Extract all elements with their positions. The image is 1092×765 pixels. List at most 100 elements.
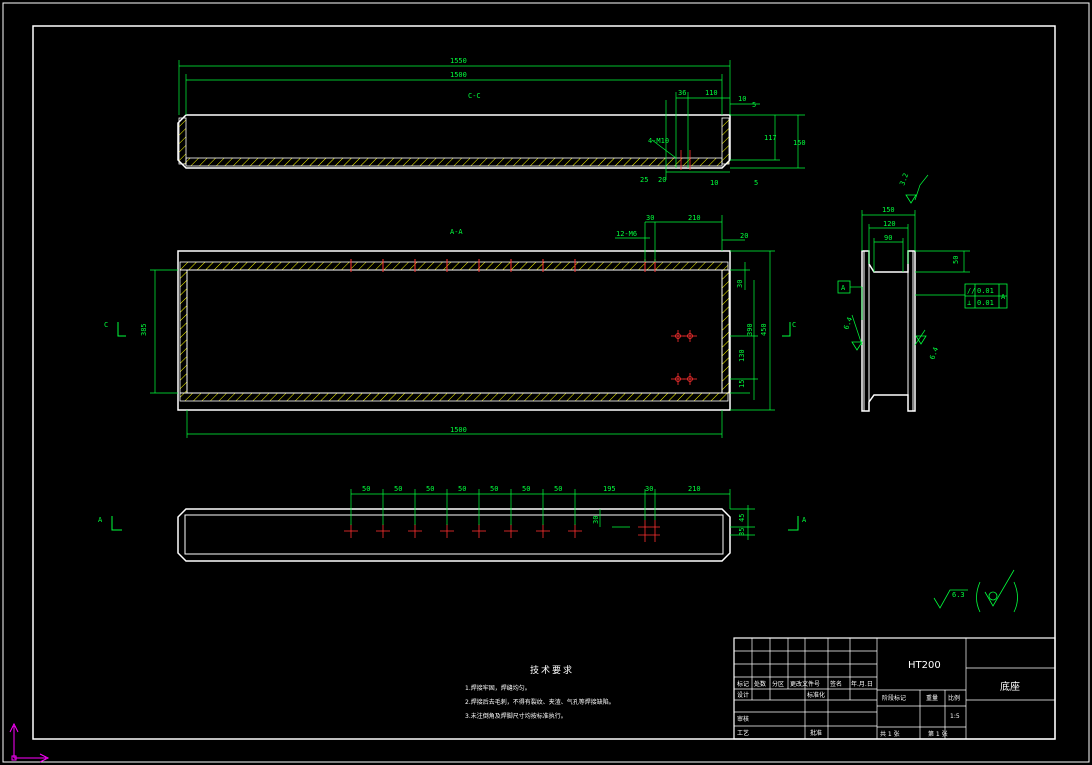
dim-385: 385 bbox=[140, 323, 148, 336]
title-block: HT200 底座 标记 处数 分区 更改文件号 签名 年.月.日 设计 标准化 … bbox=[733, 637, 1056, 740]
roughness-top: 3.2 bbox=[898, 172, 910, 187]
dim-120-side: 120 bbox=[883, 220, 896, 228]
ucs-icon bbox=[9, 722, 50, 763]
top-view-bottom-wall bbox=[185, 157, 723, 167]
plan-left-wall bbox=[179, 269, 188, 394]
tb-mark: 标记 bbox=[737, 680, 749, 688]
plan-top-wall bbox=[179, 261, 729, 271]
side-right-flange bbox=[907, 250, 914, 412]
cut-mark-left-plan: C bbox=[104, 321, 108, 329]
thread-12-m6: 12-M6 bbox=[616, 230, 637, 238]
dim-390: 390 bbox=[746, 323, 754, 336]
cut-mark-right-bottom: A bbox=[802, 516, 807, 524]
tb-standardization: 标准化 bbox=[807, 691, 825, 699]
section-label-aa: A-A bbox=[450, 228, 463, 236]
side-left-flange bbox=[863, 250, 870, 412]
tol-parallel-symbol: // bbox=[967, 287, 975, 295]
dim-spacing-2: 50 bbox=[394, 485, 402, 493]
dim-5b: 5 bbox=[754, 179, 758, 187]
tb-signature: 签名 bbox=[830, 680, 842, 688]
tech-req-item-2: 2.焊接后去毛刺，不得有裂纹、夹渣、气孔等焊接缺陷。 bbox=[465, 698, 615, 706]
tol-parallel-value: 0.01 bbox=[977, 287, 994, 295]
material-label: HT200 bbox=[908, 660, 941, 671]
tb-approve: 批准 bbox=[810, 729, 822, 737]
tech-req-item-3: 3.未注倒角及焊脚尺寸均按标准执行。 bbox=[465, 712, 567, 720]
cut-mark-right-plan: C bbox=[792, 321, 796, 329]
top-view-right-wall bbox=[721, 117, 730, 165]
dim-20-plan: 20 bbox=[740, 232, 748, 240]
dim-450: 450 bbox=[760, 323, 768, 336]
dim-150-height: 150 bbox=[793, 139, 806, 147]
dim-30-bottom: 30 bbox=[645, 485, 653, 493]
tech-req-title: 技术要求 bbox=[530, 664, 574, 676]
dim-20: 20 bbox=[658, 176, 666, 184]
top-view: 1550 1500 C-C 36 110 10 5 117 150 10 5 2… bbox=[177, 57, 806, 187]
scale-value: 1:5 bbox=[950, 713, 960, 720]
tol-datum-ref: A bbox=[1001, 293, 1006, 301]
dim-overall-length: 1550 bbox=[450, 57, 467, 65]
bottom-view: 50 50 50 50 50 50 50 195 30 210 45 35 30… bbox=[98, 485, 807, 562]
cut-mark-left-bottom: A bbox=[98, 516, 103, 524]
tb-process: 工艺 bbox=[737, 729, 749, 737]
dim-10a: 10 bbox=[738, 95, 746, 103]
top-view-left-wall bbox=[178, 117, 187, 165]
dim-117: 117 bbox=[764, 134, 777, 142]
thread-4-m10: 4-M10 bbox=[648, 137, 669, 145]
dim-30-plan-side: 30 bbox=[736, 280, 744, 288]
dim-30-plan: 30 bbox=[646, 214, 654, 222]
part-name: 底座 bbox=[1000, 680, 1020, 693]
dim-spacing-1: 50 bbox=[362, 485, 370, 493]
general-roughness: 6.3 bbox=[933, 569, 1018, 613]
tb-change-doc: 更改文件号 bbox=[790, 680, 820, 688]
plan-outer bbox=[177, 250, 731, 411]
tb-date: 年.月.日 bbox=[851, 680, 873, 688]
dim-bottom-length: 1500 bbox=[450, 426, 467, 434]
section-label-cc: C-C bbox=[468, 92, 481, 100]
tol-perp-symbol: ⊥ bbox=[967, 299, 971, 307]
viewport-frame bbox=[2, 2, 1090, 763]
tb-scale-label: 比例 bbox=[948, 694, 960, 702]
dim-25: 25 bbox=[640, 176, 648, 184]
dim-inner-length: 1500 bbox=[450, 71, 467, 79]
plan-bottom-wall bbox=[179, 392, 729, 402]
dim-spacing-4: 50 bbox=[458, 485, 466, 493]
dim-150-side: 150 bbox=[882, 206, 895, 214]
tb-weight: 重量 bbox=[926, 694, 938, 702]
dim-30-bottom-small: 30 bbox=[592, 516, 600, 524]
side-view: 150 120 90 50 A 3.2 6.4 6.4 // 0.01 ⊥ 0.… bbox=[837, 172, 1008, 412]
tb-zone: 分区 bbox=[772, 680, 784, 688]
general-roughness-value: 6.3 bbox=[952, 591, 965, 599]
dim-210-plan: 210 bbox=[688, 214, 701, 222]
dim-spacing-6: 50 bbox=[522, 485, 530, 493]
tb-design: 设计 bbox=[737, 691, 749, 699]
dim-130: 130 bbox=[738, 349, 746, 362]
roughness-right: 6.4 bbox=[928, 346, 940, 361]
dim-195: 195 bbox=[603, 485, 616, 493]
sheet-number: 第 1 张 bbox=[928, 730, 948, 738]
tb-stage-mark: 阶段标记 bbox=[882, 694, 906, 702]
dim-spacing-5: 50 bbox=[490, 485, 498, 493]
bottom-view-inner bbox=[184, 514, 724, 555]
cad-drawing-canvas: 1550 1500 C-C 36 110 10 5 117 150 10 5 2… bbox=[2, 2, 1090, 763]
plan-right-wall bbox=[721, 269, 730, 394]
dim-110: 110 bbox=[705, 89, 718, 97]
plan-view: A-A 30 210 20 12-M6 385 30 450 390 130 1… bbox=[104, 214, 796, 438]
sheet-total: 共 1 张 bbox=[880, 730, 900, 738]
tol-perp-value: 0.01 bbox=[977, 299, 994, 307]
tb-count: 处数 bbox=[754, 680, 766, 688]
dim-15-plan: 15 bbox=[738, 380, 746, 388]
tech-req-item-1: 1.焊接牢固，焊缝均匀。 bbox=[465, 684, 531, 692]
datum-a-label: A bbox=[841, 284, 846, 292]
side-view-outline bbox=[861, 250, 916, 412]
plan-inner bbox=[186, 269, 723, 394]
dim-spacing-7: 50 bbox=[554, 485, 562, 493]
dim-90-side: 90 bbox=[884, 234, 892, 242]
dim-10b: 10 bbox=[710, 179, 718, 187]
tb-review: 审核 bbox=[737, 715, 749, 723]
dim-5a: 5 bbox=[752, 101, 756, 109]
dim-50-side: 50 bbox=[952, 256, 960, 264]
dim-210-bottom: 210 bbox=[688, 485, 701, 493]
dim-spacing-3: 50 bbox=[426, 485, 434, 493]
dim-45: 45 bbox=[738, 514, 746, 522]
dim-35: 35 bbox=[738, 528, 746, 536]
